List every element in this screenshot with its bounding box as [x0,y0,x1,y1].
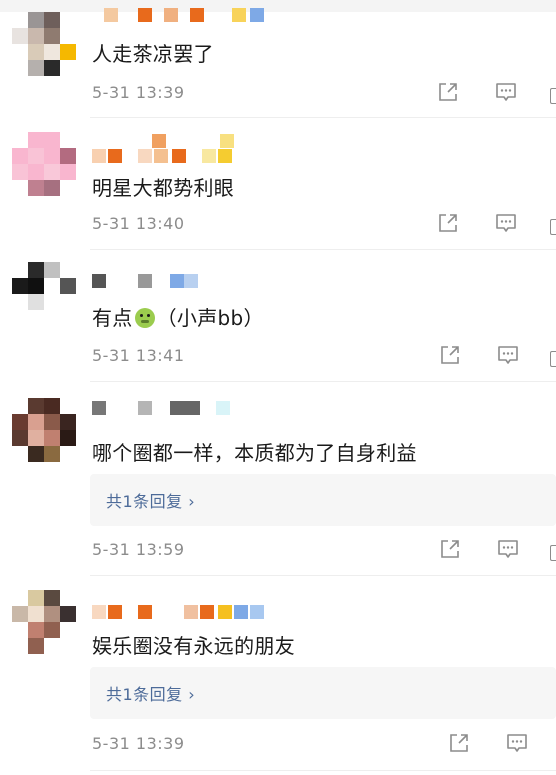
username[interactable] [104,8,284,22]
comment-time: 5-31 13:41 [92,346,185,365]
reply-count-link[interactable]: 共1条回复 › [106,681,195,705]
comment-text: 明星大都势利眼 [92,176,235,200]
share-icon[interactable] [439,538,461,560]
comment-time: 5-31 13:39 [92,83,185,102]
divider [90,770,556,771]
divider [90,249,556,250]
divider [90,117,556,118]
divider [90,381,556,382]
avatar[interactable] [12,398,76,462]
username[interactable] [92,134,242,164]
avatar[interactable] [12,12,76,76]
avatar[interactable] [12,590,76,654]
comment-icon[interactable] [495,212,517,234]
comment-icon[interactable] [497,344,519,366]
nauseated-face-icon [134,308,155,328]
comment-text: 哪个圈都一样，本质都为了自身利益 [92,441,417,465]
like-icon[interactable] [550,545,556,561]
comment-text-suffix: （小声bb） [156,306,264,330]
avatar[interactable] [12,262,76,326]
share-icon[interactable] [448,732,470,754]
like-icon[interactable] [550,351,556,367]
comment-time: 5-31 13:39 [92,734,185,753]
comment-time: 5-31 13:40 [92,214,185,233]
like-icon[interactable] [550,88,556,104]
reply-count-link[interactable]: 共1条回复 › [106,488,195,512]
username[interactable] [92,274,212,288]
share-icon[interactable] [437,81,459,103]
comment-icon[interactable] [497,538,519,560]
divider [90,575,556,576]
comment-icon[interactable] [495,81,517,103]
username[interactable] [92,605,272,619]
comment-text: 娱乐圈没有永远的朋友 [92,634,295,658]
comment-text-prefix: 有点 [92,306,133,330]
comment-text: 有点 （小声bb） [92,302,264,331]
comment-icon[interactable] [506,732,528,754]
like-icon[interactable] [550,219,556,235]
comment-text: 人走茶凉罢了 [92,42,214,66]
comment-time: 5-31 13:59 [92,540,185,559]
reply-link[interactable]: 共1条回复 › [90,474,556,526]
avatar[interactable] [12,132,76,196]
share-icon[interactable] [439,344,461,366]
share-icon[interactable] [437,212,459,234]
reply-link[interactable]: 共1条回复 › [90,667,556,719]
username[interactable] [92,401,242,415]
